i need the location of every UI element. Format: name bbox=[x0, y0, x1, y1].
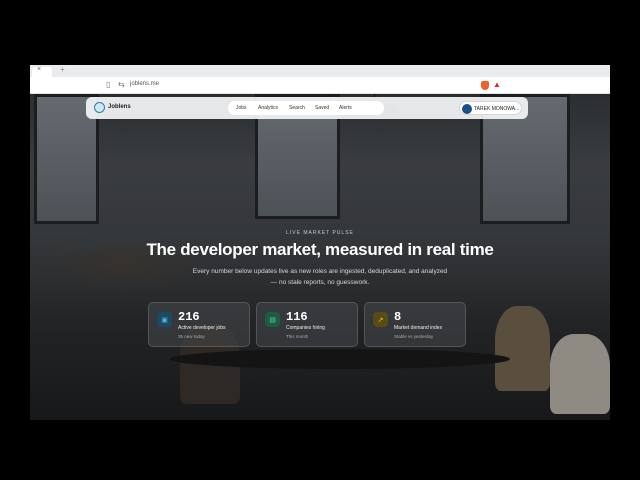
stat-label: Market demand index bbox=[394, 325, 443, 331]
nav-link-alerts[interactable]: Alerts bbox=[339, 105, 352, 111]
page-icon[interactable]: ▯ bbox=[106, 80, 110, 89]
nav-link-saved[interactable]: Saved bbox=[315, 105, 329, 111]
address-bar[interactable]: joblens.me bbox=[130, 81, 159, 87]
user-name: TAREK MONOWA... bbox=[474, 105, 520, 112]
hero-eyebrow: LIVE MARKET PULSE bbox=[286, 230, 354, 236]
stat-value: 216 bbox=[178, 310, 200, 324]
browser-tab[interactable]: × bbox=[32, 66, 52, 77]
logo-text[interactable]: Joblens bbox=[108, 104, 131, 110]
stat-subtext: This month bbox=[286, 334, 309, 339]
new-tab-icon[interactable]: + bbox=[60, 65, 65, 74]
stat-card-demand-index: ↗ 8 Market demand index Stable vs yester… bbox=[364, 302, 466, 347]
stat-label: Active developer jobs bbox=[178, 325, 226, 331]
stat-value: 116 bbox=[286, 310, 308, 324]
trend-up-icon: ↗ bbox=[373, 312, 388, 327]
meeting-table bbox=[170, 349, 510, 369]
hero-subhead: Every number below updates live as new r… bbox=[192, 268, 448, 286]
joblens-logo-icon[interactable] bbox=[94, 102, 105, 113]
nav-link-analytics[interactable]: Analytics bbox=[258, 105, 278, 111]
stat-subtext: 35 new today bbox=[178, 334, 205, 339]
tab-strip: × + bbox=[30, 65, 610, 77]
stat-card-active-jobs: ▣ 216 Active developer jobs 35 new today bbox=[148, 302, 250, 347]
stat-subtext: Stable vs yesterday bbox=[394, 334, 434, 339]
nav-link-search[interactable]: Search bbox=[289, 105, 305, 111]
nav-links: Jobs Analytics Search Saved Alerts bbox=[228, 101, 384, 115]
site-info-icon[interactable]: ⇆ bbox=[118, 80, 125, 89]
stat-label: Companies hiring bbox=[286, 325, 325, 331]
notification-icon[interactable]: ▲ bbox=[493, 80, 501, 89]
building-icon: ▤ bbox=[265, 312, 280, 327]
person-figure bbox=[550, 334, 610, 414]
stat-card-companies-hiring: ▤ 116 Companies hiring This month bbox=[256, 302, 358, 347]
brave-shield-icon[interactable] bbox=[481, 81, 489, 90]
hero-headline: The developer market, measured in real t… bbox=[146, 240, 494, 259]
nav-link-jobs[interactable]: Jobs bbox=[236, 105, 247, 111]
avatar bbox=[462, 103, 472, 114]
user-menu-button[interactable]: TAREK MONOWA... bbox=[459, 101, 522, 115]
briefcase-icon: ▣ bbox=[157, 312, 172, 327]
browser-toolbar: ▯ ⇆ joblens.me ▲ bbox=[30, 77, 610, 94]
site-navbar: Joblens Jobs Analytics Search Saved Aler… bbox=[86, 97, 528, 119]
person-figure bbox=[495, 306, 550, 391]
stat-value: 8 bbox=[394, 310, 402, 324]
close-tab-icon[interactable]: × bbox=[37, 66, 41, 73]
